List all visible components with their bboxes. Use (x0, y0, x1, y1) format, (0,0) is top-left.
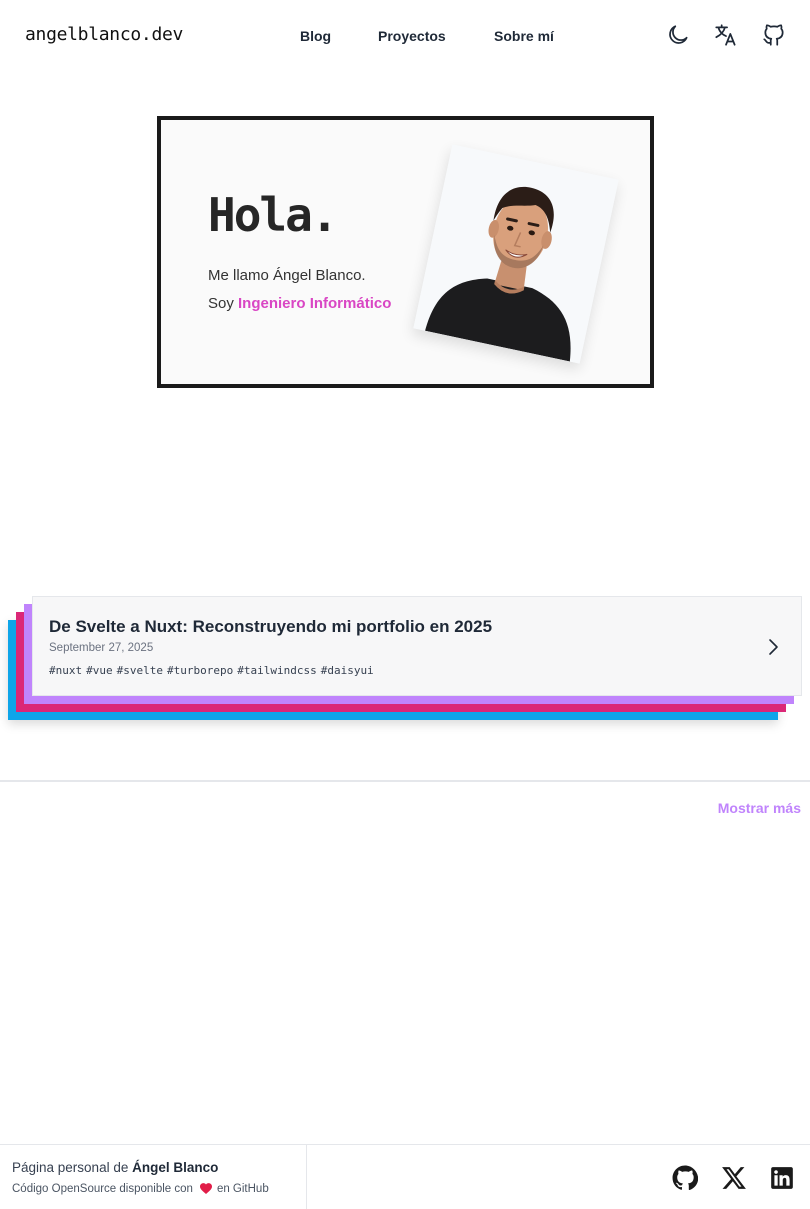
hero-role: Ingeniero Informático (238, 295, 392, 312)
footer-github-link[interactable]: en GitHub (217, 1183, 269, 1195)
post-tags: #nuxt #vue #svelte #turborepo #tailwindcss #d… (49, 664, 378, 677)
show-more-link[interactable]: Mostrar más (718, 800, 801, 816)
hero-intro: Me llamo Ángel Blanco. (208, 267, 366, 284)
github-icon[interactable] (761, 22, 787, 48)
footer-code-text: Código OpenSource disponible con (12, 1183, 193, 1195)
footer-source: Código OpenSource disponible con en GitHu… (12, 1182, 269, 1195)
hero-title: Hola. (208, 188, 338, 242)
translate-icon[interactable] (713, 22, 739, 48)
heart-icon (199, 1183, 212, 1194)
post-tag[interactable]: #nuxt (49, 664, 82, 677)
site-header: angelblanco.dev Blog Proyectos Sobre mí (0, 0, 810, 74)
post-tag[interactable]: #svelte (117, 664, 163, 677)
nav-about[interactable]: Sobre mí (494, 28, 554, 44)
post-card[interactable]: De Svelte a Nuxt: Reconstruyendo mi port… (32, 596, 802, 696)
post-tag[interactable]: #daisyui (321, 664, 374, 677)
post-date: September 27, 2025 (49, 642, 154, 654)
hero-role-line: Soy Ingeniero Informático (208, 295, 391, 312)
github-icon[interactable] (672, 1165, 698, 1191)
profile-photo (413, 144, 619, 364)
post-tag[interactable]: #vue (86, 664, 113, 677)
nav-projects[interactable]: Proyectos (378, 28, 446, 44)
hero-role-prefix: Soy (208, 295, 239, 312)
footer-credit: Página personal de Ángel Blanco (12, 1160, 218, 1175)
chevron-right-icon[interactable] (765, 637, 781, 657)
nav-blog[interactable]: Blog (300, 28, 331, 44)
footer-info: Página personal de Ángel Blanco Código O… (0, 1145, 307, 1209)
linkedin-icon[interactable] (769, 1165, 795, 1191)
footer-author[interactable]: Ángel Blanco (132, 1160, 218, 1175)
site-footer: Página personal de Ángel Blanco Código O… (0, 1144, 810, 1209)
hero-card: Hola. Me llamo Ángel Blanco. Soy Ingenie… (157, 116, 654, 388)
footer-prefix: Página personal de (12, 1160, 133, 1175)
post-tag[interactable]: #tailwindcss (237, 664, 316, 677)
moon-icon[interactable] (665, 22, 691, 48)
site-logo[interactable]: angelblanco.dev (25, 24, 183, 45)
x-icon[interactable] (721, 1165, 747, 1191)
post-title[interactable]: De Svelte a Nuxt: Reconstruyendo mi port… (49, 617, 492, 637)
post-tag[interactable]: #turborepo (167, 664, 233, 677)
section-divider (0, 780, 810, 782)
